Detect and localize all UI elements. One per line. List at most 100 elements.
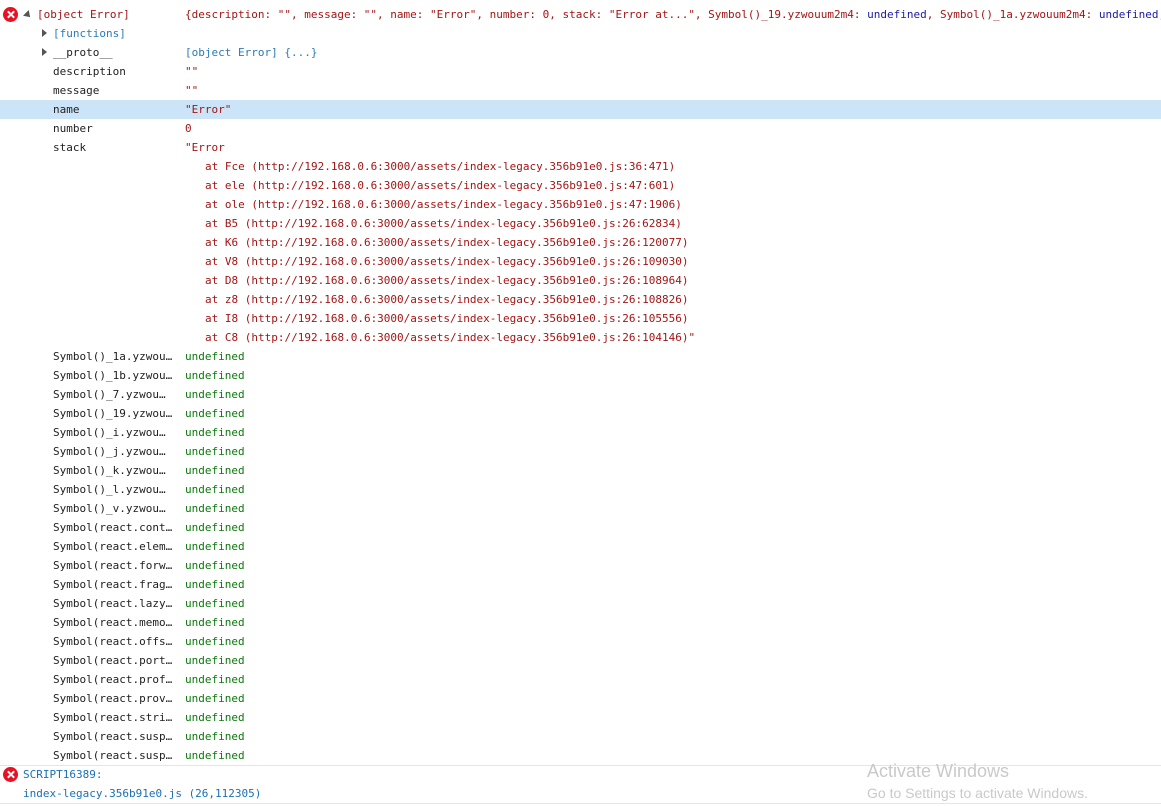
- symbol-property-row[interactable]: Symbol()_1a.yzwou… undefined: [0, 347, 1161, 366]
- functions-row[interactable]: [functions]: [0, 24, 1161, 43]
- property-key: Symbol(react.susp…: [53, 749, 173, 762]
- property-key: Symbol()_v.yzwou…: [53, 502, 166, 515]
- property-key: Symbol(react.stri…: [53, 711, 173, 724]
- symbol-property-row[interactable]: Symbol(react.susp… undefined: [0, 727, 1161, 746]
- property-key: Symbol()_j.yzwou…: [53, 445, 166, 458]
- symbol-property-row[interactable]: Symbol(react.stri… undefined: [0, 708, 1161, 727]
- property-value: undefined: [185, 730, 245, 743]
- symbol-property-row[interactable]: Symbol(react.forw… undefined: [0, 556, 1161, 575]
- activate-windows-title: Activate Windows: [867, 761, 1010, 781]
- property-value: "": [185, 84, 199, 97]
- property-row-name[interactable]: name "Error": [0, 100, 1161, 119]
- summary-undefined-2: undefined: [1098, 8, 1159, 21]
- error-object-row[interactable]: [object Error] {description: "", message…: [0, 5, 1161, 24]
- symbol-property-row[interactable]: Symbol(react.memo… undefined: [0, 613, 1161, 632]
- summary-middle: , Symbol()_1a.yzwouum2m4:: [926, 8, 1099, 21]
- symbol-property-row[interactable]: Symbol()_v.yzwou… undefined: [0, 499, 1161, 518]
- stack-line-text: at ele (http://192.168.0.6:3000/assets/i…: [205, 179, 676, 192]
- property-key: stack: [53, 141, 87, 154]
- property-key: Symbol()_i.yzwou…: [53, 426, 166, 439]
- property-value: undefined: [185, 350, 245, 363]
- symbol-property-row[interactable]: Symbol(react.prov… undefined: [0, 689, 1161, 708]
- property-key: Symbol()_l.yzwou…: [53, 483, 166, 496]
- property-value: undefined: [185, 578, 245, 591]
- property-key: Symbol(react.prov…: [53, 692, 173, 705]
- property-key: Symbol(react.forw…: [53, 559, 173, 572]
- stack-line-text: at V8 (http://192.168.0.6:3000/assets/in…: [205, 255, 689, 268]
- summary-prefix: {description: "", message: "", name: "Er…: [185, 8, 868, 21]
- collapse-arrow-icon[interactable]: [23, 10, 33, 20]
- stack-line: at z8 (http://192.168.0.6:3000/assets/in…: [0, 290, 1161, 309]
- property-value: undefined: [185, 521, 245, 534]
- property-key: Symbol(react.lazy…: [53, 597, 173, 610]
- property-value: undefined: [185, 426, 245, 439]
- property-value: undefined: [185, 673, 245, 686]
- expand-arrow-icon[interactable]: [42, 29, 47, 37]
- property-value: undefined: [185, 369, 245, 382]
- property-value: undefined: [185, 445, 245, 458]
- stack-line: at K6 (http://192.168.0.6:3000/assets/in…: [0, 233, 1161, 252]
- property-value: undefined: [185, 711, 245, 724]
- stack-line-text: at Fce (http://192.168.0.6:3000/assets/i…: [205, 160, 676, 173]
- error-icon: [3, 7, 18, 22]
- symbol-property-row[interactable]: Symbol(react.port… undefined: [0, 651, 1161, 670]
- property-value: undefined: [185, 483, 245, 496]
- stack-line: at D8 (http://192.168.0.6:3000/assets/in…: [0, 271, 1161, 290]
- property-value: undefined: [185, 388, 245, 401]
- expand-arrow-icon[interactable]: [42, 48, 47, 56]
- symbol-property-row[interactable]: Symbol(react.cont… undefined: [0, 518, 1161, 537]
- property-key: __proto__: [53, 46, 113, 59]
- property-key: Symbol(react.susp…: [53, 730, 173, 743]
- symbol-property-row[interactable]: Symbol()_i.yzwou… undefined: [0, 423, 1161, 442]
- property-row-stack[interactable]: stack "Error: [0, 138, 1161, 157]
- property-key: Symbol(react.prof…: [53, 673, 173, 686]
- activate-windows-subtitle: Go to Settings to activate Windows.: [867, 785, 1088, 801]
- property-key: Symbol()_k.yzwou…: [53, 464, 166, 477]
- property-value: 0: [185, 122, 192, 135]
- stack-line-text: at z8 (http://192.168.0.6:3000/assets/in…: [205, 293, 689, 306]
- property-value: undefined: [185, 749, 245, 762]
- stack-line-text: at B5 (http://192.168.0.6:3000/assets/in…: [205, 217, 682, 230]
- error-icon: [3, 767, 18, 782]
- property-value: "Error": [185, 103, 232, 116]
- console-divider: [0, 803, 1161, 804]
- symbol-property-row[interactable]: Symbol(react.frag… undefined: [0, 575, 1161, 594]
- symbol-property-row[interactable]: Symbol()_19.yzwou… undefined: [0, 404, 1161, 423]
- property-value: undefined: [185, 635, 245, 648]
- stack-line: at V8 (http://192.168.0.6:3000/assets/in…: [0, 252, 1161, 271]
- stack-line-text: at C8 (http://192.168.0.6:3000/assets/in…: [205, 331, 696, 344]
- property-value: undefined: [185, 654, 245, 667]
- stack-line: at C8 (http://192.168.0.6:3000/assets/in…: [0, 328, 1161, 347]
- property-value: undefined: [185, 616, 245, 629]
- stack-line: at I8 (http://192.168.0.6:3000/assets/in…: [0, 309, 1161, 328]
- property-row-description[interactable]: description "": [0, 62, 1161, 81]
- property-key: Symbol()_7.yzwou…: [53, 388, 166, 401]
- summary-undefined-1: undefined: [867, 8, 927, 21]
- property-value: undefined: [185, 407, 245, 420]
- functions-label[interactable]: [functions]: [53, 24, 126, 43]
- property-key: number: [53, 122, 93, 135]
- symbol-property-row[interactable]: Symbol()_7.yzwou… undefined: [0, 385, 1161, 404]
- symbol-property-row[interactable]: Symbol()_l.yzwou… undefined: [0, 480, 1161, 499]
- property-row-message[interactable]: message "": [0, 81, 1161, 100]
- symbol-property-row[interactable]: Symbol(react.prof… undefined: [0, 670, 1161, 689]
- symbol-property-row[interactable]: Symbol(react.elem… undefined: [0, 537, 1161, 556]
- proto-row[interactable]: __proto__ [object Error] {...}: [0, 43, 1161, 62]
- stack-line-text: at K6 (http://192.168.0.6:3000/assets/in…: [205, 236, 689, 249]
- property-key: Symbol(react.cont…: [53, 521, 173, 534]
- error-object-summary: {description: "", message: "", name: "Er…: [185, 5, 1161, 24]
- symbol-property-row[interactable]: Symbol(react.lazy… undefined: [0, 594, 1161, 613]
- symbol-property-row[interactable]: Symbol()_1b.yzwou… undefined: [0, 366, 1161, 385]
- property-row-number[interactable]: number 0: [0, 119, 1161, 138]
- symbol-property-row[interactable]: Symbol()_k.yzwou… undefined: [0, 461, 1161, 480]
- script-error-code: SCRIPT16389:: [23, 768, 103, 781]
- symbol-property-row[interactable]: Symbol()_j.yzwou… undefined: [0, 442, 1161, 461]
- script-error-location-link[interactable]: index-legacy.356b91e0.js (26,112305): [23, 784, 261, 803]
- stack-line: at Fce (http://192.168.0.6:3000/assets/i…: [0, 157, 1161, 176]
- error-object-label[interactable]: [object Error]: [37, 5, 130, 24]
- property-key: Symbol()_1a.yzwou…: [53, 350, 173, 363]
- property-key: name: [53, 103, 80, 116]
- symbol-property-row[interactable]: Symbol(react.offs… undefined: [0, 632, 1161, 651]
- property-value: "Error: [185, 141, 225, 154]
- property-value: "": [185, 65, 199, 78]
